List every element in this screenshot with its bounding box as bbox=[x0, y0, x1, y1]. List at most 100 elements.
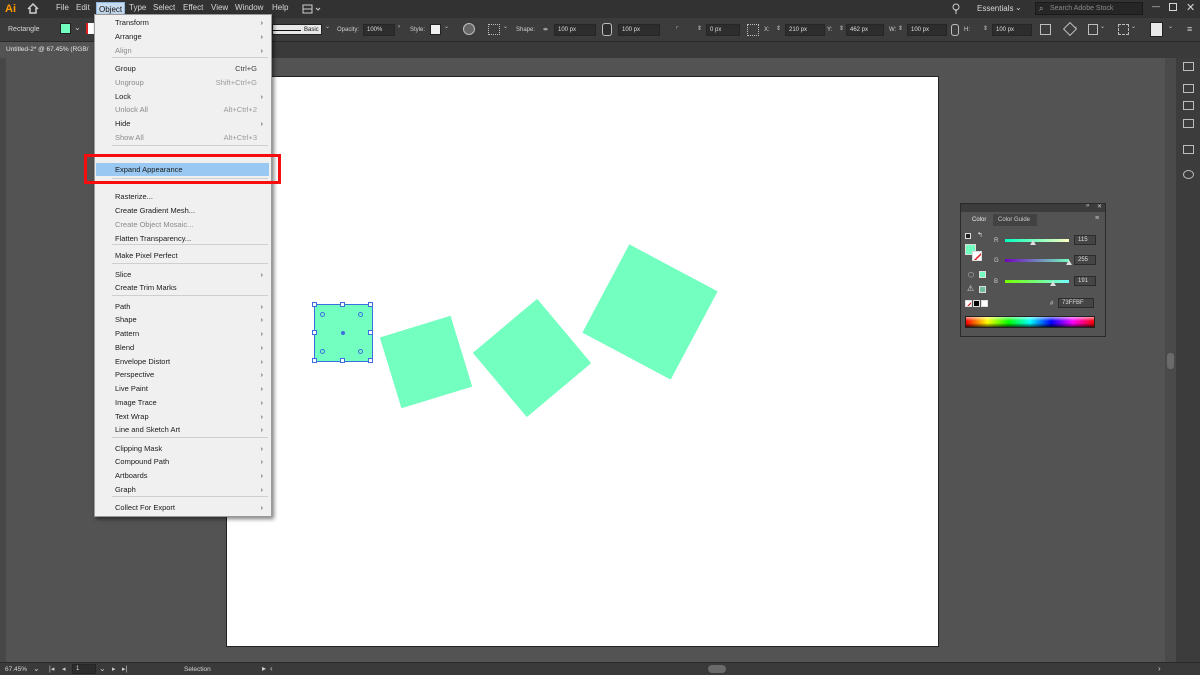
panel-menu-icon[interactable]: ≡ bbox=[1095, 215, 1099, 222]
black-swatch[interactable] bbox=[973, 300, 980, 307]
chevron-down-icon[interactable]: ⌄ bbox=[1073, 23, 1078, 30]
r-value-field[interactable]: 115 bbox=[1074, 235, 1096, 245]
menu-item-graph[interactable]: Graph › bbox=[95, 483, 269, 496]
bounding-handle[interactable] bbox=[312, 302, 317, 307]
zoom-level[interactable]: 67.45% bbox=[5, 666, 27, 673]
chevron-down-icon[interactable]: ⌄ bbox=[503, 23, 508, 30]
panel-menu-icon[interactable] bbox=[1150, 22, 1163, 37]
bounding-handle[interactable] bbox=[312, 358, 317, 363]
prev-artboard-icon[interactable]: ◂ bbox=[62, 665, 66, 673]
chevron-down-icon[interactable]: ⌄ bbox=[33, 664, 40, 673]
chevron-down-icon[interactable]: ⌄ bbox=[74, 23, 81, 32]
swap-colors-icon[interactable]: ↰ bbox=[977, 231, 983, 239]
close-icon[interactable]: ✕ bbox=[1097, 203, 1102, 210]
web-safe-swatch[interactable] bbox=[979, 271, 986, 278]
menu-item-hide[interactable]: Hide › bbox=[95, 117, 269, 130]
tab-color-guide[interactable]: Color Guide bbox=[993, 214, 1037, 226]
none-swatch[interactable] bbox=[965, 300, 972, 307]
menu-item-blend[interactable]: Blend › bbox=[95, 341, 269, 354]
align-panel-icon[interactable] bbox=[1183, 145, 1194, 154]
menu-item-image-trace[interactable]: Image Trace › bbox=[95, 396, 269, 409]
tab-color[interactable]: Color bbox=[963, 214, 991, 226]
next-artboard-icon[interactable]: ▸ bbox=[112, 665, 116, 673]
chevron-down-icon[interactable]: ⌄ bbox=[1131, 23, 1136, 30]
horizontal-scroll-thumb[interactable] bbox=[708, 665, 726, 673]
menu-item-clipping-mask[interactable]: Clipping Mask › bbox=[95, 442, 269, 455]
chevron-down-icon[interactable]: ⌄ bbox=[1100, 23, 1105, 30]
white-swatch[interactable] bbox=[981, 300, 988, 307]
gamut-swatch[interactable] bbox=[979, 286, 986, 293]
artboards-icon[interactable] bbox=[1183, 119, 1194, 128]
lightbulb-icon[interactable] bbox=[952, 3, 960, 14]
horizontal-scroll-left[interactable]: ‹ bbox=[270, 664, 273, 673]
shape-width-field[interactable]: 100 px bbox=[554, 24, 596, 36]
stepper-icon[interactable]: ⇕ bbox=[776, 25, 781, 32]
default-colors-icon[interactable] bbox=[965, 233, 971, 239]
bounding-handle[interactable] bbox=[368, 358, 373, 363]
chevron-down-icon[interactable]: ⌄ bbox=[444, 23, 449, 30]
g-value-field[interactable]: 255 bbox=[1074, 255, 1096, 265]
menu-item-collect-for-export[interactable]: Collect For Export › bbox=[95, 501, 269, 514]
menu-item-envelope-distort[interactable]: Envelope Distort › bbox=[95, 355, 269, 368]
align-icon[interactable] bbox=[488, 24, 500, 35]
bounding-handle[interactable] bbox=[312, 330, 317, 335]
horizontal-scroll-right[interactable]: › bbox=[1158, 664, 1161, 673]
stepper-icon[interactable]: ⇕ bbox=[697, 25, 702, 32]
corner-widget[interactable] bbox=[320, 349, 325, 354]
first-artboard-icon[interactable]: |◂ bbox=[49, 665, 54, 673]
corner-widget[interactable] bbox=[320, 312, 325, 317]
isolate-icon[interactable] bbox=[1088, 24, 1098, 35]
menu-item-compound-path[interactable]: Compound Path › bbox=[95, 455, 269, 468]
reference-point-icon[interactable] bbox=[747, 24, 759, 36]
menu-item-arrange[interactable]: Arrange › bbox=[95, 30, 269, 43]
current-tool-status[interactable]: Selection bbox=[184, 666, 211, 673]
menu-item-pattern[interactable]: Pattern › bbox=[95, 327, 269, 340]
shape-height-field[interactable]: 100 px bbox=[618, 24, 660, 36]
document-tab[interactable]: Untitled-2* @ 67.45% (RGB/ bbox=[0, 42, 94, 58]
menu-item-make-pixel-perfect[interactable]: Make Pixel Perfect bbox=[95, 249, 269, 262]
b-slider-thumb[interactable] bbox=[1050, 281, 1056, 286]
r-slider[interactable] bbox=[1005, 239, 1069, 242]
menu-window[interactable]: Window bbox=[235, 3, 263, 12]
artboard-number-field[interactable]: 1 bbox=[72, 664, 96, 674]
menu-item-slice[interactable]: Slice › bbox=[95, 268, 269, 281]
menu-item-live-paint[interactable]: Live Paint › bbox=[95, 382, 269, 395]
stock-search-field[interactable]: ⌕ Search Adobe Stock bbox=[1035, 2, 1143, 15]
stroke-swatch[interactable] bbox=[86, 23, 94, 34]
menu-item-create-trim-marks[interactable]: Create Trim Marks bbox=[95, 281, 269, 294]
last-artboard-icon[interactable]: ▸| bbox=[122, 665, 127, 673]
menu-item-artboards[interactable]: Artboards › bbox=[95, 469, 269, 482]
menu-file[interactable]: File bbox=[56, 3, 69, 12]
corner-widget[interactable] bbox=[358, 349, 363, 354]
g-slider-thumb[interactable] bbox=[1066, 260, 1072, 265]
fill-swatch[interactable] bbox=[60, 23, 71, 34]
recolor-artwork-icon[interactable] bbox=[463, 23, 475, 35]
stepper-icon[interactable]: ⇕ bbox=[898, 25, 903, 32]
arrange-documents-icon[interactable] bbox=[302, 4, 322, 14]
close-icon[interactable]: ✕ bbox=[1186, 1, 1195, 14]
b-value-field[interactable]: 191 bbox=[1074, 276, 1096, 286]
menu-item-line-and-sketch-art[interactable]: Line and Sketch Art › bbox=[95, 423, 269, 436]
stroke-none-swatch[interactable] bbox=[972, 251, 982, 261]
select-similar-icon[interactable] bbox=[1118, 24, 1129, 35]
h-field[interactable]: 100 px bbox=[992, 24, 1032, 36]
style-swatch[interactable] bbox=[430, 24, 441, 35]
x-field[interactable]: 210 px bbox=[785, 24, 825, 36]
menu-item-flatten-transparency[interactable]: Flatten Transparency... bbox=[95, 232, 269, 245]
link-icon[interactable] bbox=[951, 24, 959, 36]
menu-item-path[interactable]: Path › bbox=[95, 300, 269, 313]
menu-item-perspective[interactable]: Perspective › bbox=[95, 368, 269, 381]
menu-help[interactable]: Help bbox=[272, 3, 288, 12]
brushes-icon[interactable] bbox=[1183, 170, 1194, 179]
vertical-scrollbar[interactable] bbox=[1165, 58, 1176, 662]
r-slider-thumb[interactable] bbox=[1030, 240, 1036, 245]
menu-item-text-wrap[interactable]: Text Wrap › bbox=[95, 410, 269, 423]
home-icon[interactable] bbox=[27, 2, 39, 14]
opacity-field[interactable]: 100% bbox=[363, 24, 395, 36]
menu-item-transform[interactable]: Transform › bbox=[95, 16, 269, 29]
collapse-icon[interactable]: » bbox=[1086, 203, 1089, 209]
menu-view[interactable]: View bbox=[211, 3, 228, 12]
menu-edit[interactable]: Edit bbox=[76, 3, 90, 12]
scroll-thumb[interactable] bbox=[1167, 353, 1174, 369]
menu-item-create-gradient-mesh[interactable]: Create Gradient Mesh... bbox=[95, 204, 269, 217]
